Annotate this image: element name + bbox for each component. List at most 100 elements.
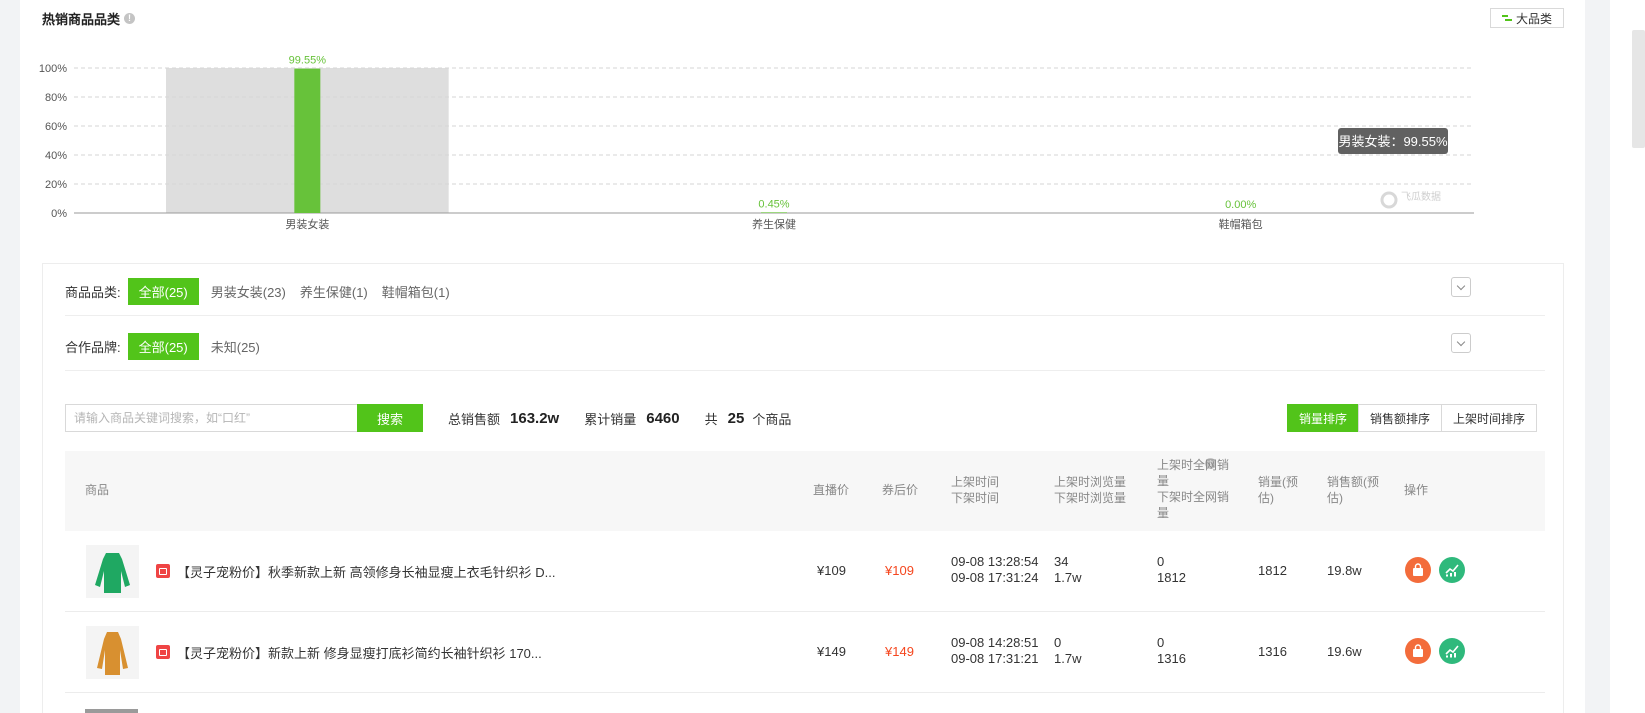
brand-filter-options: 全部(25) 未知(25)	[127, 333, 274, 360]
data-label: 0.00%	[1225, 199, 1256, 211]
shop-bag-button[interactable]	[1405, 557, 1431, 583]
category-filter-option[interactable]: 男装女装(23)	[211, 279, 286, 304]
category-expand-button[interactable]	[1451, 277, 1471, 297]
divider	[65, 315, 1545, 316]
on-net-sales: 0	[1157, 635, 1165, 650]
category-filter-option[interactable]: 全部(25)	[127, 278, 199, 305]
volume: 1812	[1258, 563, 1287, 578]
shop-tag-icon	[156, 645, 170, 659]
category-chart: 0% 20% 40% 60% 80% 100% 99.55% 男装女装 0.45% 养生保健 0.0…	[30, 50, 1500, 240]
product-title-link[interactable]: 【灵子宠粉价】秋季新款上新 高领修身长袖显瘦上衣毛针织衫 D...	[177, 562, 555, 581]
category-filter-option[interactable]: 鞋帽箱包(1)	[382, 279, 450, 304]
header-actions: 操作	[1404, 483, 1429, 497]
coupon-price: ¥109	[885, 563, 914, 578]
y-tick-label: 20%	[45, 179, 67, 191]
sort-by-revenue-button[interactable]: 销售额排序	[1358, 404, 1443, 432]
header-off-net-sales: 下架时全网销	[1157, 490, 1230, 504]
on-views: 34	[1054, 554, 1069, 569]
live-price: ¥149	[817, 644, 846, 659]
category-chart-svg: 0% 20% 40% 60% 80% 100% 99.55% 男装女装 0.45% 养生保健 0.0…	[39, 55, 1474, 231]
y-tick-label: 100%	[39, 63, 67, 75]
header-volume: 销量(预	[1258, 475, 1298, 489]
table-header: 商品 直播价 券后价 上架时间 下架时间 上架时浏览量 下架时浏览量 ! 上架时…	[65, 451, 1545, 531]
revenue: 19.8w	[1327, 563, 1362, 578]
filter-panel: 商品品类: 全部(25) 男装女装(23) 养生保健(1) 鞋帽箱包(1) 合作品牌:…	[42, 263, 1564, 713]
category-filter-label: 商品品类:	[65, 285, 121, 300]
category-level-toggle[interactable]: 大品类	[1490, 8, 1564, 28]
on-views: 0	[1054, 635, 1062, 650]
total-sales-value: 163.2w	[510, 409, 560, 427]
table-row[interactable]: 【灵子宠粉价】新款上新 修身显瘦打底衫简约长袖针织衫 170... ¥149 ¥…	[65, 612, 1545, 693]
y-tick-label: 40%	[45, 150, 67, 162]
search-button[interactable]: 搜索	[357, 404, 423, 432]
header-volume-cont: 估)	[1258, 491, 1274, 505]
trend-chart-icon	[1445, 645, 1459, 658]
header-off-views: 下架时浏览量	[1054, 491, 1127, 505]
sort-by-volume-button[interactable]: 销量排序	[1287, 404, 1360, 432]
total-volume-label: 累计销量	[584, 411, 637, 427]
y-tick-label: 60%	[45, 121, 67, 133]
product-search-input[interactable]	[65, 404, 357, 432]
category-filter-option[interactable]: 养生保健(1)	[300, 279, 368, 304]
y-tick-label: 80%	[45, 92, 67, 104]
chevron-down-icon	[1456, 337, 1466, 346]
header-product: 商品	[85, 483, 110, 497]
total-volume-value: 6460	[646, 409, 680, 427]
sales-stats: 总销售额 163.2w 累计销量 6460 共 25 个商品	[448, 404, 791, 432]
table-row[interactable]: 【灵子宠粉价】秋季新款上新 高领修身长袖显瘦上衣毛针织衫 D... ¥109 ¥…	[65, 531, 1545, 612]
header-coupon-price: 券后价	[882, 483, 919, 497]
info-icon[interactable]: !	[124, 13, 136, 24]
bar	[294, 68, 321, 213]
off-time: 09-08 17:31:21	[951, 651, 1039, 666]
section-title: 热销商品品类 !	[42, 9, 136, 28]
scrollbar-thumb[interactable]	[1632, 30, 1645, 148]
on-net-sales: 0	[1157, 554, 1165, 569]
shopping-bag-icon	[1413, 644, 1423, 657]
live-price: ¥109	[817, 563, 846, 578]
off-net-sales: 1316	[1157, 651, 1186, 666]
header-on-views: 上架时浏览量	[1054, 475, 1127, 489]
off-views: 1.7w	[1054, 651, 1082, 666]
brand-filter-option[interactable]: 全部(25)	[127, 333, 199, 360]
on-time: 09-08 13:28:54	[951, 554, 1039, 569]
off-views: 1.7w	[1054, 570, 1082, 585]
header-off-net-sales-cont: 量	[1157, 506, 1170, 520]
y-tick-label: 0%	[51, 208, 67, 220]
sweater-icon	[86, 545, 139, 598]
watermark-logo-icon	[1380, 191, 1398, 209]
brand-filter-label: 合作品牌:	[65, 340, 121, 355]
header-revenue: 销售额(预	[1327, 475, 1379, 489]
category-filter-row: 商品品类: 全部(25) 男装女装(23) 养生保健(1) 鞋帽箱包(1)	[65, 278, 464, 305]
brand-filter-option[interactable]: 未知(25)	[211, 334, 260, 359]
product-count-value: 25	[727, 409, 745, 427]
off-time: 09-08 17:31:24	[951, 570, 1039, 585]
category-filter-options: 全部(25) 男装女装(23) 养生保健(1) 鞋帽箱包(1)	[127, 278, 464, 305]
watermark-text: 飞瓜数据	[1401, 190, 1441, 203]
product-thumbnail[interactable]	[86, 545, 139, 598]
trend-chart-button[interactable]	[1439, 557, 1465, 583]
tooltip-text: 男装女装：99.55%	[1338, 134, 1448, 149]
switch-icon	[1501, 14, 1512, 22]
product-thumbnail[interactable]	[85, 709, 138, 713]
sort-by-time-button[interactable]: 上架时间排序	[1441, 404, 1538, 432]
brand-expand-button[interactable]	[1451, 333, 1471, 353]
revenue: 19.6w	[1327, 644, 1362, 659]
product-title-link[interactable]: 【灵子宠粉价】新款上新 修身显瘦打底衫简约长袖针织衫 170...	[177, 643, 542, 662]
total-sales-label: 总销售额	[448, 411, 501, 427]
header-off-time: 下架时间	[951, 491, 1000, 505]
data-label: 99.55%	[289, 55, 327, 67]
bar	[761, 212, 787, 213]
header-revenue-cont: 估)	[1327, 491, 1343, 505]
header-on-net-sales: 上架时全网销	[1157, 458, 1230, 472]
trend-chart-button[interactable]	[1439, 638, 1465, 664]
divider	[65, 370, 1545, 371]
shop-bag-button[interactable]	[1405, 638, 1431, 664]
product-thumbnail[interactable]	[86, 626, 139, 679]
x-tick-label: 男装女装	[285, 217, 329, 231]
sweater-icon	[86, 626, 139, 679]
x-tick-label: 鞋帽箱包	[1219, 217, 1263, 231]
coupon-price: ¥149	[885, 644, 914, 659]
trend-chart-icon	[1445, 564, 1459, 577]
count-suffix: 个商品	[752, 411, 792, 427]
shopping-bag-icon	[1413, 563, 1423, 576]
